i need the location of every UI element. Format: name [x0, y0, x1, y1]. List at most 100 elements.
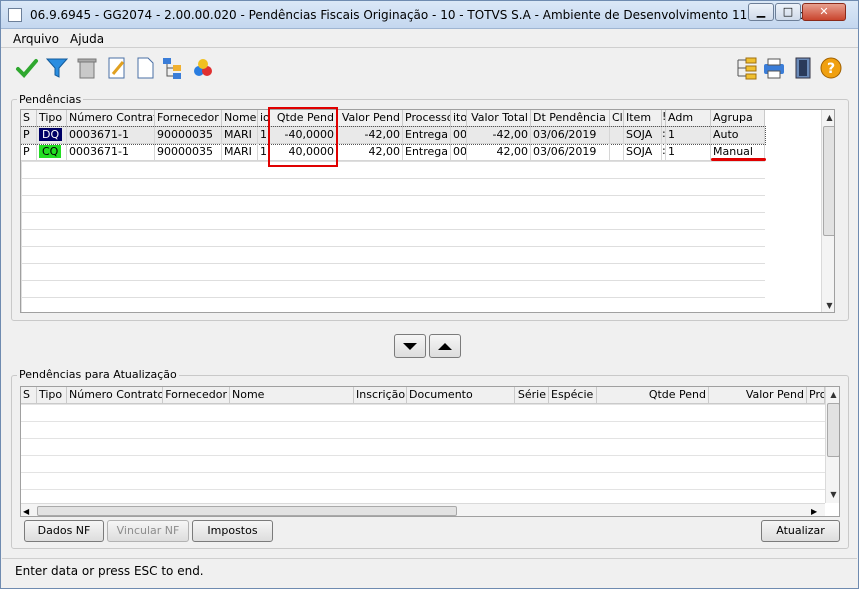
col-header-serie[interactable]: Série: [515, 387, 549, 404]
col-header-dt-pendencia[interactable]: Dt Pendência: [531, 110, 610, 127]
app-icon: [8, 8, 22, 22]
cell-s: P: [21, 127, 37, 144]
move-up-button[interactable]: [429, 334, 461, 358]
cell-numero-contrato: 0003671-1: [67, 144, 155, 161]
scroll-left-arrow[interactable]: ◀: [23, 504, 29, 516]
move-down-button[interactable]: [394, 334, 426, 358]
new-document-icon[interactable]: [133, 56, 157, 80]
scroll-up-arrow[interactable]: ▲: [822, 110, 834, 125]
cell-adm: 1: [666, 144, 711, 161]
empty-rows-area: [21, 404, 825, 501]
col-header-s[interactable]: S: [21, 110, 37, 127]
cell-valor-total: 42,00: [467, 144, 531, 161]
cell-nome: MARI: [222, 127, 258, 144]
hierarchy-icon[interactable]: [734, 56, 758, 80]
menu-bar: Arquivo Ajuda: [1, 30, 858, 48]
title-bar: 06.9.6945 - GG2074 - 2.00.00.020 - Pendê…: [1, 1, 858, 29]
atualizar-button[interactable]: Atualizar: [761, 520, 840, 542]
svg-text:?: ?: [827, 61, 835, 77]
pendencias-group-label: Pendências: [17, 93, 84, 106]
col-header-numero-contrato[interactable]: Número Contrato: [67, 387, 163, 404]
qtde-pend-highlight-box: [268, 107, 338, 167]
cell-ito: 00: [451, 144, 467, 161]
col-header-documento[interactable]: Documento: [407, 387, 515, 404]
cell-dt-pendencia: 03/06/2019: [531, 144, 610, 161]
cell-valor-pend: -42,00: [337, 127, 403, 144]
cell-valor-total: -42,00: [467, 127, 531, 144]
col-header-processo[interactable]: Processo: [403, 110, 451, 127]
exit-door-icon[interactable]: [791, 56, 815, 80]
scroll-thumb[interactable]: [827, 403, 839, 457]
window-title: 06.9.6945 - GG2074 - 2.00.00.020 - Pendê…: [30, 8, 814, 22]
cell-item: SOJA: [624, 127, 662, 144]
col-header-cl[interactable]: Cl: [610, 110, 624, 127]
tree-structure-icon[interactable]: [161, 56, 185, 80]
col-header-s[interactable]: S: [21, 387, 37, 404]
menu-arquivo[interactable]: Arquivo: [13, 32, 59, 46]
cell-agrupa: Auto: [711, 127, 765, 144]
col-header-nome[interactable]: Nome: [222, 110, 258, 127]
col-header-qtde-pend[interactable]: Qtde Pend: [597, 387, 709, 404]
col-header-fornecedor[interactable]: Fornecedor: [155, 110, 222, 127]
col-header-pro[interactable]: Pro: [807, 387, 825, 404]
col-header-valor-pend[interactable]: Valor Pend: [337, 110, 403, 127]
cell-valor-pend: 42,00: [337, 144, 403, 161]
print-icon[interactable]: [762, 56, 786, 80]
atualizacao-hscroll[interactable]: ◀ ▶: [21, 503, 825, 516]
atualizacao-vscroll[interactable]: ▲ ▼: [825, 387, 839, 503]
filter-icon[interactable]: [45, 56, 69, 80]
scroll-down-arrow[interactable]: ▼: [826, 487, 839, 502]
maximize-button[interactable]: □: [775, 3, 801, 21]
cell-fornecedor: 90000035: [155, 144, 222, 161]
color-circles-icon[interactable]: [191, 56, 215, 80]
status-text: Enter data or press ESC to end.: [15, 564, 204, 578]
close-window-button[interactable]: ✕: [802, 3, 846, 21]
toolbar: ?: [1, 49, 858, 89]
tipo-badge-dq: DQ: [39, 128, 63, 141]
scroll-right-arrow[interactable]: ▶: [811, 504, 817, 516]
minimize-button[interactable]: ▁: [748, 3, 774, 21]
pendencias-grid[interactable]: S Tipo Número Contrato Fornecedor Nome i…: [20, 109, 835, 313]
scroll-down-arrow[interactable]: ▼: [822, 298, 834, 312]
edit-document-icon[interactable]: [105, 56, 129, 80]
col-header-especie[interactable]: Espécie: [549, 387, 597, 404]
tipo-cell: CQ: [37, 144, 67, 161]
col-header-valor-total[interactable]: Valor Total: [467, 110, 531, 127]
table-row[interactable]: P CQ 0003671-1 90000035 MARI 1 40,0000 4…: [21, 144, 765, 161]
trash-icon[interactable]: [75, 56, 99, 80]
dados-nf-button[interactable]: Dados NF: [24, 520, 104, 542]
scroll-up-arrow[interactable]: ▲: [826, 387, 839, 402]
help-icon[interactable]: ?: [819, 56, 843, 80]
col-header-nome[interactable]: Nome: [230, 387, 354, 404]
col-header-tipo[interactable]: Tipo: [37, 110, 67, 127]
menu-ajuda[interactable]: Ajuda: [70, 32, 104, 46]
confirm-check-icon[interactable]: [15, 56, 39, 80]
hscroll-thumb[interactable]: [37, 506, 457, 516]
tipo-cell: DQ: [37, 127, 67, 144]
col-header-adm[interactable]: Adm: [666, 110, 711, 127]
cell-ito: 00: [451, 127, 467, 144]
col-header-numero-contrato[interactable]: Número Contrato: [67, 110, 155, 127]
atualizacao-grid[interactable]: S Tipo Número Contrato Fornecedor Nome I…: [20, 386, 840, 517]
cell-processo: Entrega: [403, 127, 451, 144]
app-window: 06.9.6945 - GG2074 - 2.00.00.020 - Pendê…: [0, 0, 859, 589]
cell-cl: [610, 127, 624, 144]
scroll-thumb[interactable]: [823, 126, 834, 236]
cell-s: P: [21, 144, 37, 161]
cell-fornecedor: 90000035: [155, 127, 222, 144]
pendencias-vscroll[interactable]: ▲ ▼: [821, 110, 834, 312]
col-header-tipo[interactable]: Tipo: [37, 387, 67, 404]
cell-numero-contrato: 0003671-1: [67, 127, 155, 144]
col-header-item[interactable]: Item: [624, 110, 662, 127]
col-header-agrupa[interactable]: Agrupa: [711, 110, 765, 127]
col-header-inscricao[interactable]: Inscrição: [354, 387, 407, 404]
col-header-valor-pend[interactable]: Valor Pend: [709, 387, 807, 404]
status-bar: Enter data or press ESC to end.: [2, 558, 857, 584]
table-row[interactable]: P DQ 0003671-1 90000035 MARI 1 -40,0000 …: [21, 126, 766, 145]
col-header-fornecedor[interactable]: Fornecedor: [163, 387, 230, 404]
impostos-button[interactable]: Impostos: [192, 520, 273, 542]
cell-dt-pendencia: 03/06/2019: [531, 127, 610, 144]
cell-item: SOJA: [624, 144, 662, 161]
vincular-nf-button[interactable]: Vincular NF: [107, 520, 189, 542]
col-header-ito[interactable]: ito: [451, 110, 467, 127]
